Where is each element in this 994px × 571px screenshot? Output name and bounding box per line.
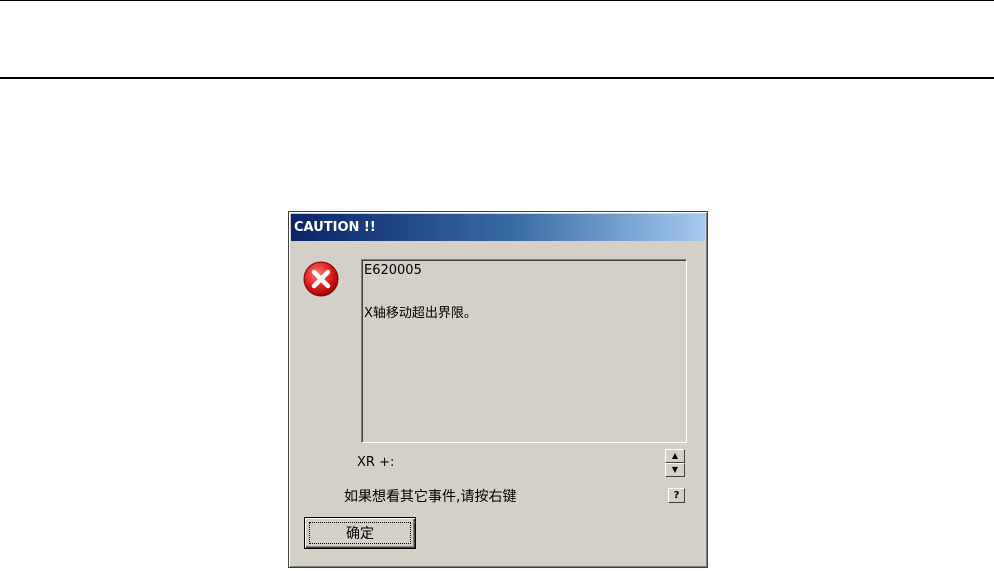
caution-dialog: CAUTION !! E620005 X轴移动超出界限。 XR +: ▲ ▼ 如… (288, 211, 708, 568)
spin-down-button[interactable]: ▼ (665, 463, 685, 477)
message-code: E620005 (364, 263, 422, 278)
question-icon: ? (673, 490, 680, 501)
dialog-title: CAUTION !! (294, 220, 376, 235)
hint-text: 如果想看其它事件,请按右键 (344, 489, 517, 505)
ok-button[interactable]: 确定 (304, 517, 416, 549)
error-icon (303, 261, 339, 297)
top-rule (0, 0, 994, 1)
focus-rect (309, 522, 411, 544)
spin-up-button[interactable]: ▲ (665, 449, 685, 463)
separator-rule (0, 77, 994, 79)
arrow-up-icon: ▲ (671, 451, 679, 460)
message-text: X轴移动超出界限。 (364, 306, 477, 321)
arrow-down-icon: ▼ (671, 465, 679, 474)
title-bar[interactable]: CAUTION !! (291, 214, 705, 241)
axis-label: XR +: (357, 455, 395, 470)
event-spinner[interactable]: ▲ ▼ (665, 449, 685, 477)
help-button[interactable]: ? (668, 488, 685, 503)
message-box: E620005 X轴移动超出界限。 (361, 259, 687, 443)
